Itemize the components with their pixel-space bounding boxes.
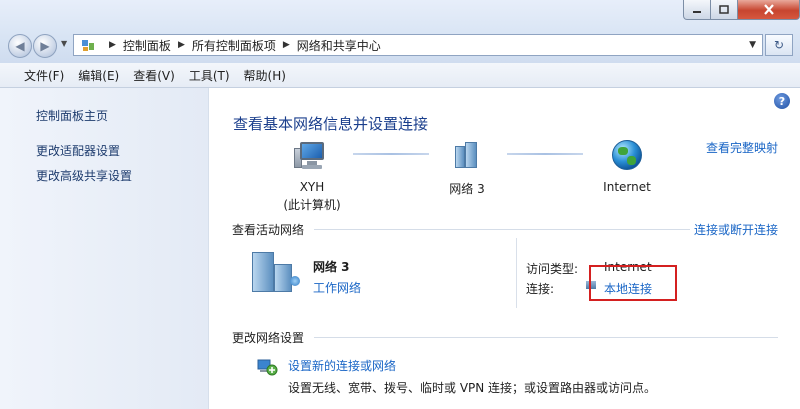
connect-disconnect-link[interactable]: 连接或断开连接 (694, 221, 778, 238)
setup-new-connection-link[interactable]: 设置新的连接或网络 (288, 357, 396, 374)
network-type-link[interactable]: 工作网络 (313, 279, 361, 296)
access-type-label: 访问类型: (526, 262, 579, 276)
setup-new-connection-description: 设置无线、宽带、拨号、临时或 VPN 连接；或设置路由器或访问点。 (288, 381, 657, 395)
active-networks-heading: 查看活动网络 (232, 223, 305, 237)
back-arrow-icon: ◀ (15, 39, 25, 53)
menu-tools[interactable]: 工具(T) (189, 67, 230, 84)
divider (314, 337, 778, 338)
breadcrumb-control-panel[interactable]: 控制面板 (123, 37, 171, 54)
network-node-name: 网络 3 (449, 182, 485, 196)
sidebar-item-control-panel-home[interactable]: 控制面板主页 (36, 107, 108, 124)
computer-icon (294, 140, 330, 172)
internet-node-name: Internet (603, 180, 651, 194)
breadcrumb-network-center[interactable]: 网络和共享中心 (297, 37, 381, 54)
menu-view[interactable]: 查看(V) (133, 67, 175, 84)
vertical-divider (516, 238, 517, 308)
minimize-button[interactable] (683, 0, 711, 20)
refresh-button[interactable]: ↻ (765, 34, 793, 56)
connection-line (507, 153, 583, 155)
map-node-internet[interactable]: Internet (593, 140, 661, 194)
forward-arrow-icon: ▶ (40, 39, 50, 53)
menu-file[interactable]: 文件(F) (24, 67, 64, 84)
help-button[interactable]: ? (774, 93, 790, 109)
sidebar-item-advanced-sharing[interactable]: 更改高级共享设置 (36, 167, 132, 184)
breadcrumb-separator-icon[interactable]: ▶ (109, 40, 116, 50)
sidebar: 控制面板主页 更改适配器设置 更改高级共享设置 (0, 88, 209, 409)
back-button[interactable]: ◀ (8, 34, 32, 58)
maximize-icon (719, 5, 729, 14)
active-network-icon (250, 250, 306, 294)
map-node-network[interactable]: 网络 3 (432, 140, 502, 197)
main-panel: ? 查看基本网络信息并设置连接 查看完整映射 XYH (此计算机) 网络 3 I… (210, 88, 800, 409)
menu-edit[interactable]: 编辑(E) (78, 67, 119, 84)
breadcrumb-all-items[interactable]: 所有控制面板项 (192, 37, 276, 54)
page-title: 查看基本网络信息并设置连接 (233, 115, 429, 133)
globe-icon (612, 140, 642, 170)
close-icon (763, 4, 774, 15)
refresh-icon: ↻ (773, 38, 785, 52)
minimize-icon (693, 10, 701, 13)
change-settings-heading: 更改网络设置 (232, 331, 305, 345)
full-map-link[interactable]: 查看完整映射 (706, 139, 778, 156)
help-icon: ? (778, 94, 786, 108)
breadcrumb-separator-icon[interactable]: ▶ (283, 40, 290, 50)
sidebar-item-adapter-settings[interactable]: 更改适配器设置 (36, 142, 120, 159)
address-bar[interactable]: ▶ 控制面板 ▶ 所有控制面板项 ▶ 网络和共享中心 ▼ (73, 34, 763, 56)
forward-button[interactable]: ▶ (33, 34, 57, 58)
address-dropdown-icon[interactable]: ▼ (749, 40, 756, 50)
connection-line (353, 153, 429, 155)
menu-bar: 文件(F) 编辑(E) 查看(V) 工具(T) 帮助(H) (0, 63, 800, 88)
maximize-button[interactable] (711, 0, 738, 20)
divider (314, 229, 690, 230)
menu-help[interactable]: 帮助(H) (244, 67, 286, 84)
address-region: ◀ ▶ ▼ ▶ 控制面板 ▶ 所有控制面板项 ▶ 网络和共享中心 ▼ ↻ (0, 0, 800, 63)
control-panel-icon (80, 37, 96, 53)
computer-sub-label: (此计算机) (283, 198, 341, 212)
map-node-computer[interactable]: XYH (此计算机) (282, 140, 342, 213)
computer-name: XYH (299, 180, 325, 194)
active-network-name: 网络 3 (313, 260, 350, 274)
highlight-box (589, 265, 677, 301)
breadcrumb-separator-icon[interactable]: ▶ (178, 40, 185, 50)
new-connection-icon (256, 356, 278, 378)
recent-pages-dropdown[interactable]: ▼ (61, 39, 67, 48)
close-button[interactable] (738, 0, 800, 20)
connection-label: 连接: (526, 282, 555, 296)
window-controls (683, 0, 800, 20)
network-icon (453, 140, 481, 172)
